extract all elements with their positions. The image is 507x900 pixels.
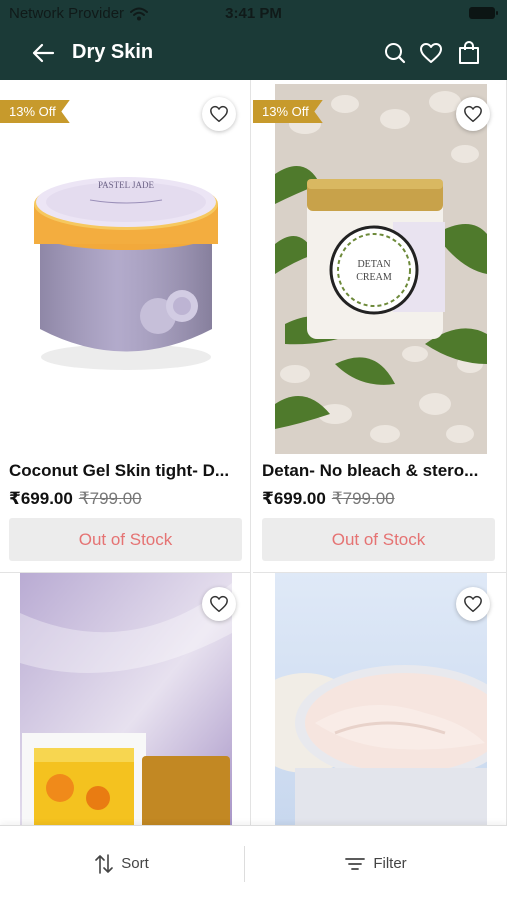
wishlist-toggle[interactable] <box>456 587 490 621</box>
filter-icon <box>345 857 366 870</box>
product-card[interactable] <box>253 573 507 825</box>
product-price: ₹699.00 <box>9 489 73 508</box>
arrow-left-icon <box>32 43 55 63</box>
battery-icon <box>469 7 498 19</box>
product-name[interactable]: Detan- No bleach & stero... <box>262 461 496 481</box>
product-old-price: ₹799.00 <box>78 489 142 508</box>
out-of-stock-button[interactable]: Out of Stock <box>9 518 242 561</box>
detan-cream-jar-image: DETAN CREAM <box>275 84 487 454</box>
heart-icon <box>464 595 482 613</box>
search-button[interactable] <box>380 38 410 68</box>
search-icon <box>385 43 406 64</box>
product-image[interactable] <box>20 573 232 825</box>
wishlist-toggle[interactable] <box>202 97 236 131</box>
discount-badge: 13% Off <box>0 100 70 123</box>
heart-icon <box>210 105 228 123</box>
product-image[interactable]: PASTEL JADE <box>20 84 232 454</box>
filter-label: Filter <box>373 855 407 872</box>
discount-badge: 13% Off <box>253 100 323 123</box>
product-price: ₹699.00 <box>262 489 326 508</box>
cream-jar-image <box>275 573 487 825</box>
bottom-action-bar: Sort Filter <box>0 825 507 900</box>
coconut-gel-jar-image: PASTEL JADE <box>20 84 232 454</box>
cart-button[interactable] <box>454 38 484 68</box>
heart-icon <box>420 43 442 63</box>
svg-text:DETAN: DETAN <box>357 259 390 270</box>
sort-label: Sort <box>121 855 149 872</box>
heart-icon <box>464 105 482 123</box>
app-bar: Dry Skin <box>0 26 507 80</box>
sort-icon <box>95 853 114 874</box>
product-card[interactable]: DETAN CREAM 13% Off Detan- No bleach & s… <box>253 80 507 573</box>
product-image[interactable] <box>275 573 487 825</box>
product-card[interactable]: PASTEL JADE 13% Off Coconut Gel Skin tig… <box>0 80 251 573</box>
product-card[interactable] <box>0 573 251 825</box>
soap-bar-image <box>20 573 232 825</box>
product-image[interactable]: DETAN CREAM <box>275 84 487 454</box>
page-title: Dry Skin <box>72 41 154 63</box>
wishlist-toggle[interactable] <box>456 97 490 131</box>
wishlist-button[interactable] <box>416 38 446 68</box>
product-name[interactable]: Coconut Gel Skin tight- D... <box>9 461 243 481</box>
filter-button[interactable]: Filter <box>245 826 507 900</box>
product-old-price: ₹799.00 <box>331 489 395 508</box>
price-row: ₹699.00 ₹799.00 <box>9 489 142 509</box>
price-row: ₹699.00 ₹799.00 <box>262 489 395 509</box>
status-bar: Network Provider 3:41 PM <box>0 0 507 26</box>
sort-button[interactable]: Sort <box>0 826 244 900</box>
clock: 3:41 PM <box>225 5 282 22</box>
jar-brand-text: PASTEL JADE <box>98 180 155 190</box>
back-button[interactable] <box>28 38 58 68</box>
wishlist-toggle[interactable] <box>202 587 236 621</box>
svg-text:CREAM: CREAM <box>356 272 392 283</box>
out-of-stock-button[interactable]: Out of Stock <box>262 518 495 561</box>
heart-icon <box>210 595 228 613</box>
shopping-bag-icon <box>459 41 479 64</box>
product-grid: PASTEL JADE 13% Off Coconut Gel Skin tig… <box>0 80 507 825</box>
